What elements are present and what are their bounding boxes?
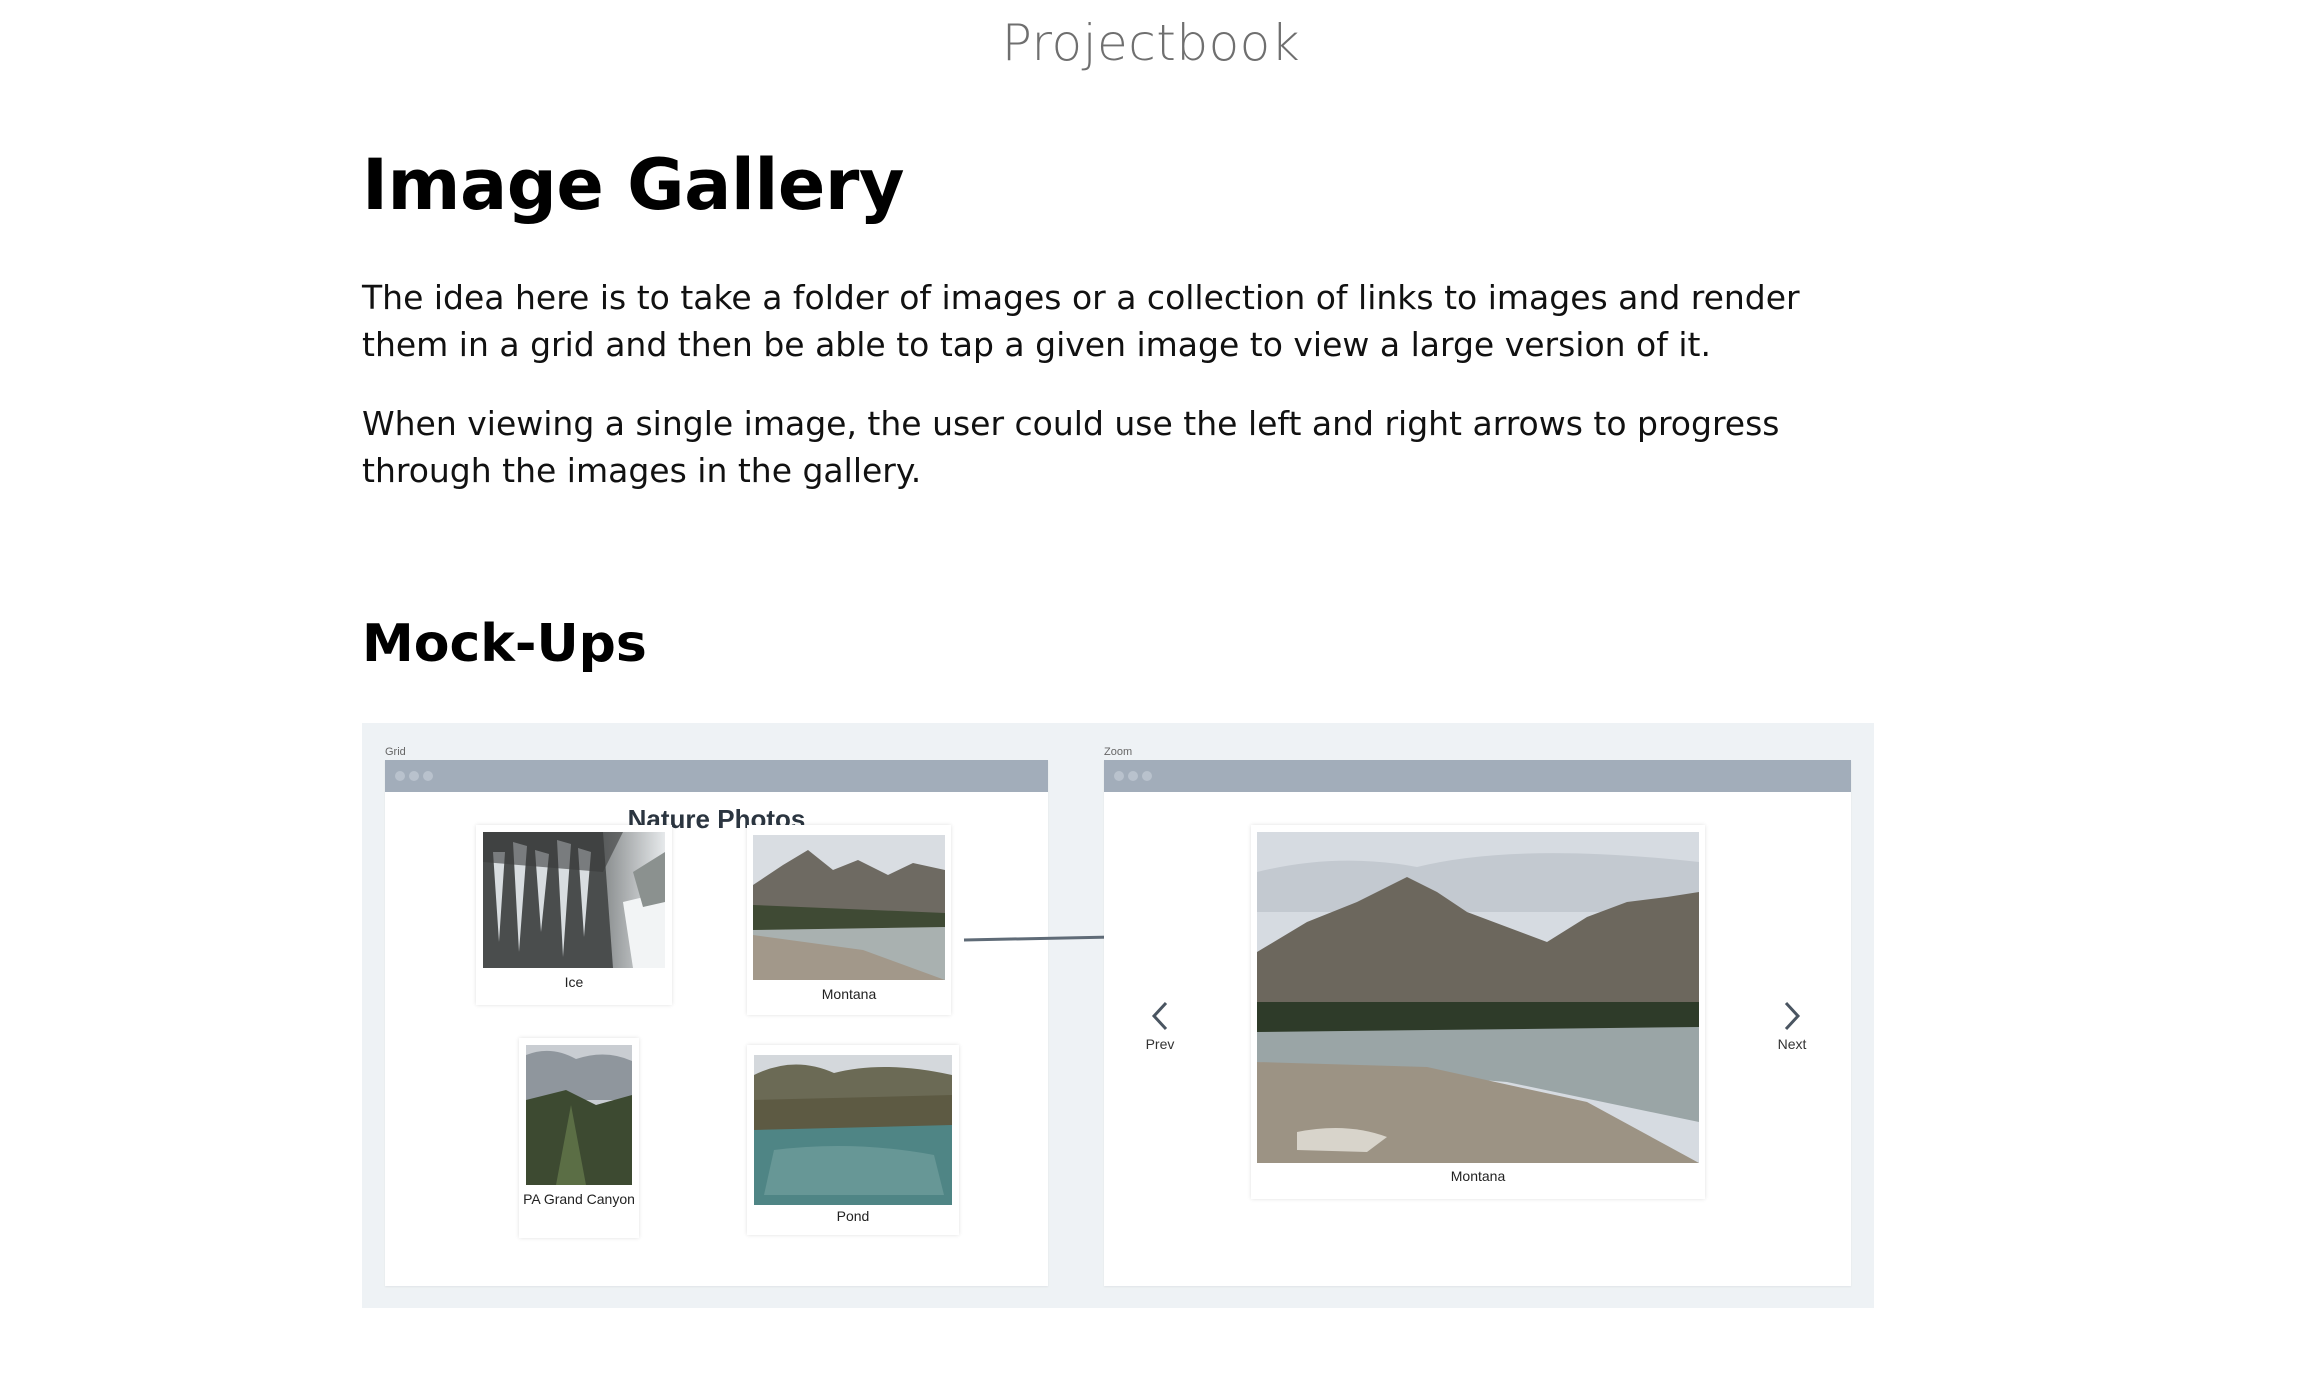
card-caption: Montana [821, 986, 877, 1002]
pond-photo [754, 1055, 952, 1205]
ice-photo [483, 832, 665, 968]
gallery-card-ice[interactable]: Ice [476, 825, 672, 1005]
window-dot-icon [395, 771, 405, 781]
grid-window-titlebar [385, 760, 1048, 792]
navigation-paragraph: When viewing a single image, the user co… [362, 404, 1780, 490]
card-caption: Pond [836, 1208, 870, 1224]
pa-grand-canyon-photo [526, 1045, 632, 1185]
prev-button[interactable]: Prev [1130, 1000, 1190, 1052]
zoom-image-card: Montana [1251, 825, 1705, 1199]
mockups-heading: Mock-Ups [362, 614, 647, 674]
gallery-card-pond[interactable]: Pond [747, 1045, 959, 1235]
next-label: Next [1777, 1036, 1807, 1052]
gallery-card-pa-grand-canyon[interactable]: PA Grand Canyon [519, 1038, 639, 1238]
site-title[interactable]: Projectbook [0, 14, 2302, 72]
intro-paragraph: The idea here is to take a folder of ima… [362, 278, 1800, 364]
card-caption: PA Grand Canyon [523, 1191, 635, 1207]
window-dot-icon [1128, 771, 1138, 781]
window-dot-icon [423, 771, 433, 781]
grid-frame-label: Grid [385, 746, 406, 758]
prev-label: Prev [1145, 1036, 1175, 1052]
zoom-frame-label: Zoom [1104, 746, 1133, 758]
zoom-caption: Montana [1450, 1168, 1506, 1184]
window-dot-icon [409, 771, 419, 781]
chevron-right-icon [1784, 1001, 1801, 1031]
gallery-card-montana[interactable]: Montana [747, 825, 951, 1015]
montana-photo [753, 835, 945, 980]
page-title: Image Gallery [362, 144, 904, 226]
window-dot-icon [1142, 771, 1152, 781]
grid-window: Nature Photos Ice Montana PA Grand Canyo… [385, 760, 1048, 1286]
chevron-left-icon [1151, 1001, 1168, 1031]
mockups-board: Grid Nature Photos Ice Montana PA Grand … [362, 723, 1874, 1308]
zoom-window: Prev Montana Next [1104, 760, 1851, 1286]
next-button[interactable]: Next [1762, 1000, 1822, 1052]
zoom-window-titlebar [1104, 760, 1851, 792]
card-caption: Ice [564, 974, 584, 990]
window-dot-icon [1114, 771, 1124, 781]
zoomed-montana-photo [1257, 832, 1699, 1163]
